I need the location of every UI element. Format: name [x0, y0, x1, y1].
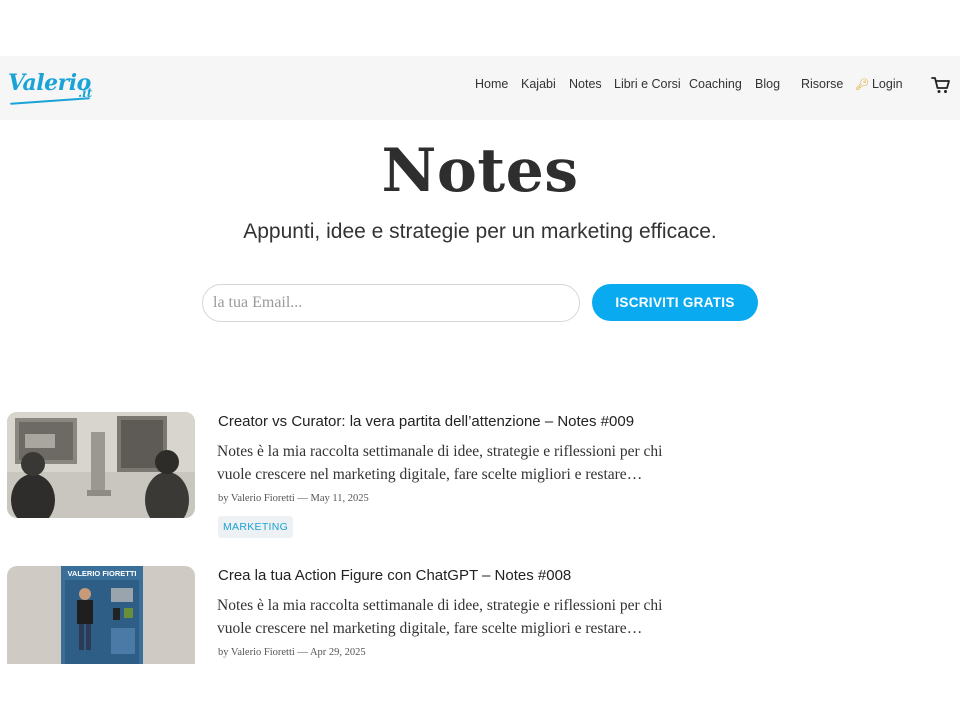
post-meta: by Valerio Fioretti — May 11, 2025: [218, 493, 369, 504]
subscribe-button[interactable]: ISCRIVITI GRATIS: [592, 284, 758, 321]
post-thumbnail[interactable]: [7, 412, 195, 518]
post-excerpt: Notes è la mia raccolta settimanale di i…: [217, 594, 727, 640]
post-thumbnail[interactable]: VALERIO FIORETTI: [7, 566, 195, 664]
post-excerpt: Notes è la mia raccolta settimanale di i…: [217, 440, 727, 486]
page-title: Notes: [381, 136, 579, 206]
site-logo[interactable]: Valerio .it: [8, 66, 100, 110]
nav-item-coaching[interactable]: Coaching: [689, 77, 742, 91]
login-label: Login: [871, 77, 903, 91]
email-field[interactable]: [202, 284, 580, 322]
post-excerpt-line: Notes è la mia raccolta settimanale di i…: [217, 597, 663, 614]
nav-item-login[interactable]: 🔑︎ Login: [855, 77, 903, 91]
nav-item-libri-e-corsi[interactable]: Libri e Corsi: [614, 77, 681, 91]
site-header: Valerio .it Home Kajabi Notes Libri e Co…: [0, 56, 960, 120]
nav-item-notes[interactable]: Notes: [569, 77, 602, 91]
post-card: Creator vs Curator: la vera partita dell…: [0, 412, 960, 552]
nav-item-blog[interactable]: Blog: [755, 77, 780, 91]
page-bottom-fade: [0, 664, 960, 720]
post-excerpt-line: vuole crescere nel marketing digitale, f…: [217, 466, 643, 483]
post-title[interactable]: Crea la tua Action Figure con ChatGPT – …: [218, 567, 571, 584]
key-icon: 🔑︎: [855, 79, 869, 91]
post-excerpt-line: vuole crescere nel marketing digitale, f…: [217, 620, 643, 637]
nav-item-risorse[interactable]: Risorse: [801, 77, 843, 91]
nav-item-kajabi[interactable]: Kajabi: [521, 77, 556, 91]
post-title[interactable]: Creator vs Curator: la vera partita dell…: [218, 413, 634, 430]
thumb-caption: VALERIO FIORETTI: [67, 569, 136, 578]
post-meta: by Valerio Fioretti — Apr 29, 2025: [218, 647, 366, 658]
page-subtitle: Appunti, idee e strategie per un marketi…: [243, 220, 717, 243]
post-excerpt-line: Notes è la mia raccolta settimanale di i…: [217, 443, 663, 460]
nav-item-home[interactable]: Home: [475, 77, 508, 91]
logo-swash: [10, 97, 90, 105]
post-tag[interactable]: MARKETING: [218, 516, 294, 538]
cart-icon[interactable]: [930, 75, 952, 95]
